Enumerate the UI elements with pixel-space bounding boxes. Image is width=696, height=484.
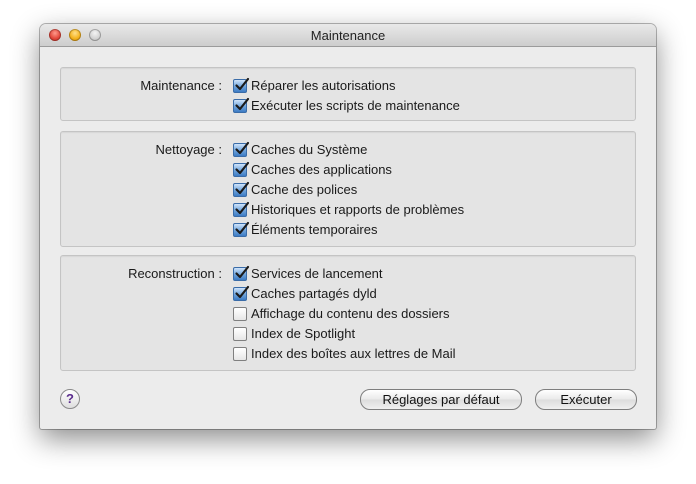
- rebuild-group-label: Reconstruction :: [128, 266, 222, 281]
- window-title: Maintenance: [310, 28, 386, 43]
- checkmark-icon: [235, 285, 250, 299]
- checkbox-box[interactable]: [233, 265, 250, 281]
- help-button[interactable]: ?: [60, 389, 80, 409]
- rebuild-group: Reconstruction : Services de lancement C…: [60, 255, 636, 371]
- checkbox-box[interactable]: [233, 201, 250, 217]
- checkbox-label: Services de lancement: [251, 266, 383, 281]
- checkbox-label: Réparer les autorisations: [251, 78, 396, 93]
- maintenance-group: Maintenance : Réparer les autorisations …: [60, 67, 636, 121]
- checkmark-icon: [235, 97, 250, 111]
- cleanup-group: Nettoyage : Caches du Système Caches des…: [60, 131, 636, 247]
- checkmark-icon: [235, 181, 250, 195]
- checkbox-box[interactable]: [233, 181, 250, 197]
- checkbox-label: Exécuter les scripts de maintenance: [251, 98, 460, 113]
- title-bar[interactable]: Maintenance: [40, 24, 656, 47]
- checkbox-label: Index de Spotlight: [251, 326, 356, 341]
- checkbox-box[interactable]: [233, 221, 250, 237]
- checkbox-box[interactable]: [233, 347, 247, 361]
- checkbox-box[interactable]: [233, 97, 250, 113]
- checkbox-label: Caches du Système: [251, 142, 368, 157]
- cleanup-group-label: Nettoyage :: [155, 142, 223, 157]
- checkmark-icon: [235, 265, 250, 279]
- checkbox-box[interactable]: [233, 307, 247, 321]
- run-button[interactable]: Exécuter: [535, 389, 637, 410]
- checkbox-label: Éléments temporaires: [251, 222, 378, 237]
- checkbox-box[interactable]: [233, 77, 250, 93]
- checkbox-label: Caches des applications: [251, 162, 392, 177]
- maintenance-group-label: Maintenance :: [140, 78, 222, 93]
- checkmark-icon: [235, 221, 250, 235]
- checkbox-label: Caches partagés dyld: [251, 286, 377, 301]
- checkbox-label: Index des boîtes aux lettres de Mail: [251, 346, 456, 361]
- checkbox-label: Cache des polices: [251, 182, 358, 197]
- checkbox-label: Historiques et rapports de problèmes: [251, 202, 465, 217]
- checkmark-icon: [235, 161, 250, 175]
- checkmark-icon: [235, 77, 250, 91]
- checkbox-box[interactable]: [233, 285, 250, 301]
- checkmark-icon: [235, 141, 250, 155]
- checkbox-box[interactable]: [233, 161, 250, 177]
- restore-defaults-button[interactable]: Réglages par défaut: [360, 389, 522, 410]
- checkbox-box[interactable]: [233, 141, 250, 157]
- checkbox-label: Affichage du contenu des dossiers: [251, 306, 450, 321]
- maintenance-window: Maintenance Maintenance : Réparer les au…: [40, 24, 656, 429]
- checkbox-box[interactable]: [233, 327, 247, 341]
- checkmark-icon: [235, 201, 250, 215]
